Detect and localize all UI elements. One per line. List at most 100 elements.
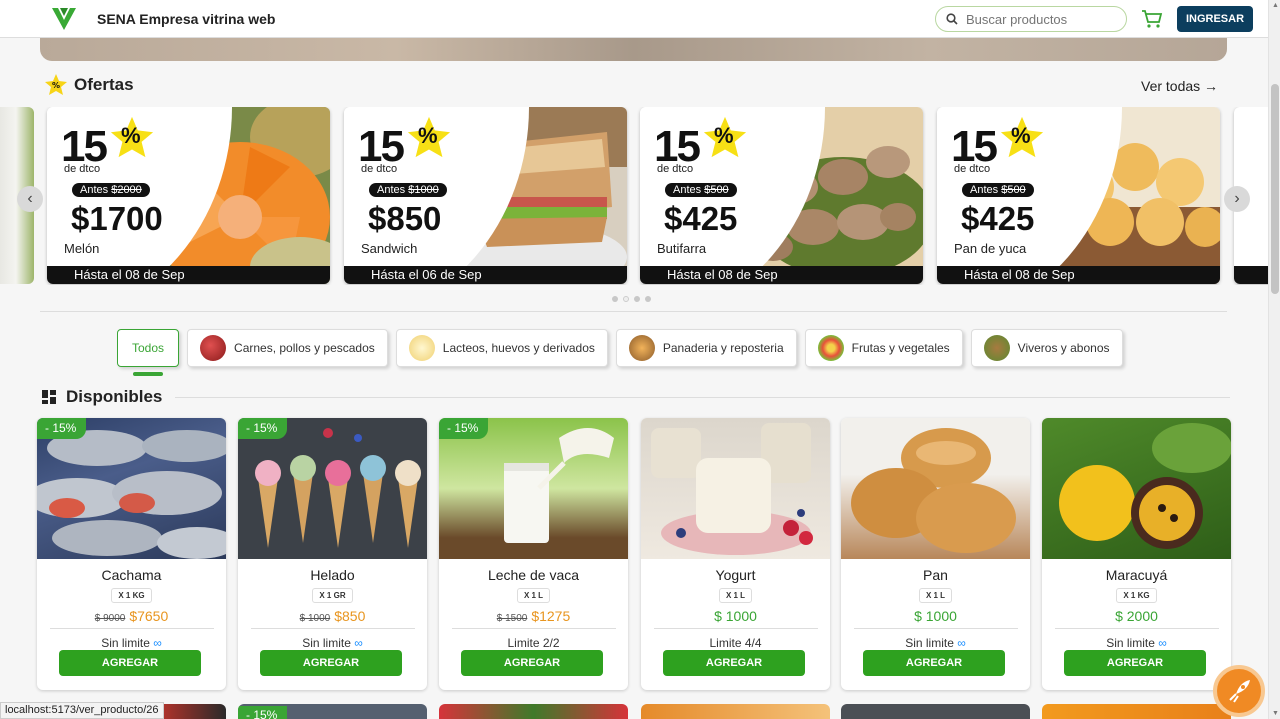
product-current-price: $ 2000 <box>1115 608 1158 624</box>
page-scrollbar[interactable]: ▲ ▼ <box>1268 0 1280 719</box>
product-card-partial[interactable] <box>641 704 830 719</box>
card-divider <box>653 628 818 629</box>
category-label: Frutas y vegetales <box>851 341 950 355</box>
product-card[interactable]: Yogurt X 1 L $ 1000 Limite 4/4 AGREGAR <box>641 418 830 690</box>
login-button[interactable]: INGRESAR <box>1177 6 1253 32</box>
product-current-price: $ 1000 <box>714 608 757 624</box>
cachama-image: - 15% <box>37 418 226 559</box>
add-to-cart-button[interactable]: AGREGAR <box>863 650 1005 676</box>
scroll-down-icon[interactable]: ▼ <box>1272 710 1279 717</box>
product-price: $ 1000 $850 <box>238 608 427 624</box>
offer-card[interactable]: 15 % de dtco Antes $2000 $1700 Melón Hás… <box>47 107 330 284</box>
infinity-icon: ∞ <box>1158 636 1167 650</box>
product-card-partial[interactable] <box>439 704 628 719</box>
category-frutas[interactable]: Frutas y vegetales <box>804 329 963 367</box>
cart-icon[interactable] <box>1141 9 1163 29</box>
product-unit: X 1 KG <box>111 588 152 603</box>
dashboard-icon <box>42 390 56 404</box>
meat-icon <box>200 335 227 361</box>
search-input[interactable] <box>966 11 1116 27</box>
product-old-price: $ 1000 <box>299 613 331 624</box>
offer-old-price-pill: Antes $2000 <box>72 183 150 197</box>
search-box[interactable] <box>935 6 1127 32</box>
add-to-cart-button[interactable]: AGREGAR <box>1064 650 1206 676</box>
product-unit: X 1 L <box>516 588 551 603</box>
product-card-partial[interactable]: - 15% <box>238 704 427 719</box>
scroll-up-icon[interactable]: ▲ <box>1272 2 1279 9</box>
product-card[interactable]: Pan X 1 L $ 1000 Sin limite ∞ AGREGAR <box>841 418 1030 690</box>
category-carnes[interactable]: Carnes, pollos y pescados <box>187 329 388 367</box>
top-navbar: SENA Empresa vitrina web INGRESAR <box>0 0 1268 38</box>
offer-card[interactable]: 15 % de dtco Antes $500 $425 Butifarra H… <box>640 107 923 284</box>
hero-banner[interactable] <box>40 38 1227 61</box>
discount-badge: - 15% <box>439 418 489 439</box>
category-panaderia[interactable]: Panaderia y reposteria <box>615 329 797 367</box>
offer-product-name: Melón <box>64 241 100 256</box>
add-to-cart-button[interactable]: AGREGAR <box>461 650 603 676</box>
category-label: Todos <box>132 341 165 355</box>
offer-dtco: de dtco <box>361 163 398 175</box>
offer-expiry: Hásta el 08 de Sep <box>937 266 1220 284</box>
product-card-partial[interactable] <box>841 704 1030 719</box>
product-card[interactable]: - 15% Helado X 1 GR $ 1000 $850 Sin limit… <box>238 418 427 690</box>
percent-sign: % <box>1011 123 1031 148</box>
product-limit: Limite 4/4 <box>641 636 830 650</box>
yogurt-image <box>641 418 830 559</box>
section-divider <box>175 397 1230 398</box>
product-unit: X 1 KG <box>1116 588 1157 603</box>
offer-old-price: $500 <box>1001 184 1026 196</box>
product-limit: Sin limite ∞ <box>841 636 1030 650</box>
offer-price: $425 <box>961 200 1035 237</box>
carousel-next-button[interactable]: › <box>1224 186 1250 212</box>
category-todos[interactable]: Todos <box>117 329 180 367</box>
add-to-cart-button[interactable]: AGREGAR <box>663 650 805 676</box>
category-filters: Todos Carnes, pollos y pescados Lacteos,… <box>117 329 1123 367</box>
category-label: Viveros y abonos <box>1017 341 1110 355</box>
category-viveros[interactable]: Viveros y abonos <box>970 329 1123 367</box>
see-all-offers-link[interactable]: Ver todas → <box>1141 78 1218 94</box>
card-divider <box>853 628 1018 629</box>
carousel-dot[interactable] <box>612 296 618 302</box>
offer-old-price: $500 <box>704 184 729 196</box>
antes-label: Antes <box>673 184 702 196</box>
yogurt-illustration <box>651 423 813 555</box>
milk-illustration <box>504 428 614 543</box>
sena-logo[interactable] <box>50 6 78 32</box>
rocket-icon <box>1229 680 1250 703</box>
product-limit: Limite 2/2 <box>439 636 628 650</box>
discount-badge: - 15% <box>238 706 288 719</box>
maracuya-image <box>1042 418 1231 559</box>
offer-card[interactable]: 15 % de dtco Antes $1000 $850 Sandwich H… <box>344 107 627 284</box>
carousel-prev-button[interactable]: ‹ <box>17 186 43 212</box>
product-card[interactable]: Maracuyá X 1 KG $ 2000 Sin limite ∞ AGRE… <box>1042 418 1231 690</box>
carousel-dot[interactable] <box>645 296 651 302</box>
antes-label: Antes <box>80 184 109 196</box>
carousel-dot[interactable] <box>634 296 640 302</box>
dairy-icon <box>408 335 435 361</box>
product-current-price: $ 1000 <box>914 608 957 624</box>
carousel-dot[interactable] <box>623 296 629 302</box>
brand-name[interactable]: SENA Empresa vitrina web <box>97 11 275 27</box>
product-price: $ 1000 <box>641 608 830 624</box>
percent-star-icon: % <box>999 115 1045 161</box>
offer-old-price-pill: Antes $500 <box>962 183 1034 197</box>
card-divider <box>49 628 214 629</box>
passion-fruit-illustration <box>1059 423 1231 549</box>
product-price: $ 1500 $1275 <box>439 608 628 624</box>
offer-old-price: $1000 <box>408 184 439 196</box>
product-limit: Sin limite ∞ <box>238 636 427 650</box>
product-unit: X 1 GR <box>312 588 353 603</box>
product-card-partial[interactable] <box>1042 704 1231 719</box>
add-to-cart-button[interactable]: AGREGAR <box>260 650 402 676</box>
category-lacteos[interactable]: Lacteos, huevos y derivados <box>395 329 608 367</box>
product-name: Pan <box>923 567 948 583</box>
limit-text: Sin limite <box>905 636 954 650</box>
add-to-cart-button[interactable]: AGREGAR <box>59 650 201 676</box>
product-card[interactable]: - 15% Cachama X 1 KG $ 9000 $7650 Sin lim… <box>37 418 226 690</box>
scrollbar-thumb[interactable] <box>1271 84 1279 294</box>
product-price: $ 1000 <box>841 608 1030 624</box>
offer-card[interactable]: 15 % de dtco Antes $500 $425 Pan de yuca… <box>937 107 1220 284</box>
chat-assistant-button[interactable] <box>1213 665 1265 717</box>
product-card[interactable]: - 15% Leche de vaca X 1 L $ 1500 $1275 Li… <box>439 418 628 690</box>
percent-star-icon: % <box>109 115 155 161</box>
